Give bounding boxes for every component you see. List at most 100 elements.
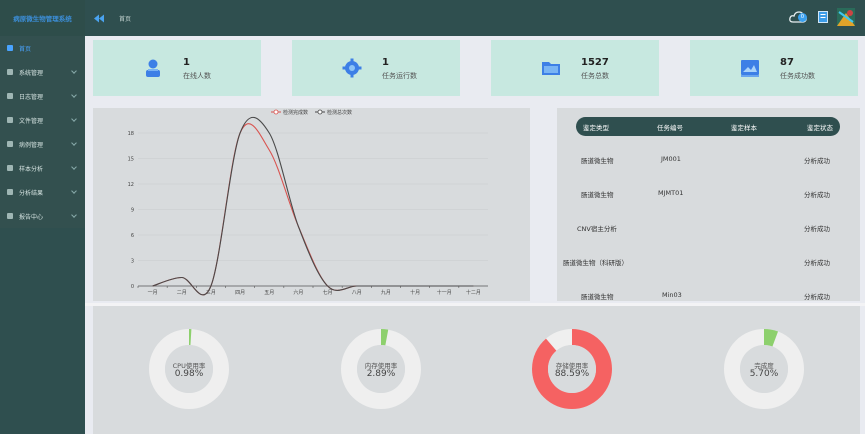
y-tick-label: 6	[131, 233, 134, 239]
x-tick-label: 四月	[235, 290, 245, 296]
y-tick-label: 18	[128, 131, 134, 137]
chevron-down-icon	[71, 92, 77, 98]
chevron-down-icon	[71, 140, 77, 146]
gauge-value: 5.70%	[749, 369, 779, 379]
gauge-completion: 完成度 5.70%	[723, 328, 805, 410]
stat-card-total-tasks: 1527 任务总数	[491, 40, 659, 96]
home-icon	[7, 45, 13, 51]
cell-id: Min03	[662, 291, 682, 299]
table-row[interactable]: 肠道微生物（科研版） 分析成功	[557, 252, 860, 272]
sidebar-item-label: 病例管理	[19, 141, 44, 149]
column-header: 鉴定类型	[583, 124, 609, 132]
gear-icon	[342, 58, 362, 78]
cell-type: 肠道微生物（科研版）	[563, 259, 628, 267]
sidebar-item-label: 分析结果	[19, 189, 44, 197]
x-tick-label: 十月	[410, 289, 420, 296]
case-icon	[7, 141, 13, 147]
legend-marker-dot	[317, 109, 323, 115]
cell-status: 分析成功	[804, 259, 830, 267]
gauge-cpu: CPU使用率 0.98%	[148, 328, 230, 410]
avatar[interactable]	[837, 8, 855, 26]
y-tick-label: 3	[131, 259, 134, 265]
user-icon	[146, 59, 160, 77]
stat-label: 在线人数	[183, 72, 211, 80]
x-tick-label: 十二月	[466, 289, 481, 296]
chevron-down-icon	[71, 116, 77, 122]
folder-icon	[542, 62, 560, 75]
stat-label: 任务运行数	[382, 72, 417, 80]
cell-type: 肠道微生物	[581, 157, 614, 165]
sidebar-menu: 首页 系统管理 日志管理 文件管理 病例管理 样本分析 分析结果 报告中心	[0, 36, 85, 228]
sidebar-item-label: 报告中心	[19, 213, 44, 221]
line-chart-svg: 0369121518一月 二月 三月 四月 五月 六月 七月 八月 九月 十月 十一月 十二月检测完成…	[128, 109, 488, 296]
settings-icon	[7, 69, 13, 75]
x-tick-label: 七月	[323, 289, 333, 296]
legend-label: 检测总次数	[327, 109, 352, 116]
breadcrumb[interactable]: 首页	[119, 14, 131, 23]
sidebar-item-files[interactable]: 文件管理	[0, 108, 85, 132]
stat-card-online-users: 1 在线人数	[93, 40, 261, 96]
stat-value: 1	[183, 57, 190, 68]
legend-marker-dot	[273, 109, 279, 115]
x-tick-label: 二月	[177, 290, 187, 296]
gauge-value: 88.59%	[554, 369, 590, 379]
sidebar-item-results[interactable]: 分析结果	[0, 180, 85, 204]
cell-status: 分析成功	[804, 225, 830, 233]
sidebar-item-cases[interactable]: 病例管理	[0, 132, 85, 156]
gauge-storage: 存储使用率 88.59%	[531, 328, 613, 410]
x-tick-label: 八月	[352, 290, 362, 296]
legend-label: 检测完成数	[283, 109, 308, 116]
result-icon	[7, 189, 13, 195]
detection-line-chart: 0 3 6 9 12 15 18 一月 二月 三月 四月 五月 六月 七月 八月 九月 十月 十一月 十二月 检测完成…	[93, 108, 530, 301]
sidebar-item-label: 样本分析	[19, 165, 44, 173]
sidebar-item-logs[interactable]: 日志管理	[0, 84, 85, 108]
cell-type: CNV宿主分析	[577, 225, 617, 233]
y-tick-label: 15	[128, 157, 134, 163]
table-row[interactable]: CNV宿主分析 分析成功	[557, 218, 860, 238]
x-tick-label: 九月	[381, 289, 391, 296]
log-icon	[7, 93, 13, 99]
sidebar-item-system[interactable]: 系统管理	[0, 60, 85, 84]
stat-value: 1	[382, 57, 389, 68]
y-tick-label: 9	[131, 208, 134, 214]
cell-id: JM001	[661, 155, 681, 163]
file-icon	[7, 117, 13, 123]
gauge-value: 0.98%	[174, 369, 204, 379]
x-tick-label: 六月	[293, 289, 303, 296]
sidebar-item-reports[interactable]: 报告中心	[0, 204, 85, 228]
document-icon[interactable]	[818, 11, 828, 23]
sidebar-item-home[interactable]: 首页	[0, 36, 85, 60]
notification-badge: 0	[798, 13, 807, 22]
stat-label: 任务总数	[581, 72, 609, 80]
cell-type: 肠道微生物	[581, 293, 614, 301]
collapse-menu-icon[interactable]	[93, 14, 105, 23]
stat-label: 任务成功数	[780, 72, 815, 80]
stat-card-running-tasks: 1 任务运行数	[292, 40, 460, 96]
sidebar: 病原微生物管理系统 首页 系统管理 日志管理 文件管理 病例管理 样本分析 分析…	[0, 0, 85, 434]
table-row[interactable]: 肠道微生物 JM001 分析成功	[557, 150, 860, 170]
sidebar-item-sample-analysis[interactable]: 样本分析	[0, 156, 85, 180]
sidebar-item-label: 日志管理	[19, 93, 44, 101]
x-tick-label: 一月	[148, 290, 158, 296]
gauge-panel: CPU使用率 0.98% 内存使用率 2.89% 存储使用率 88.59% 完成…	[93, 306, 860, 434]
stat-card-successful-tasks: 87 任务成功数	[690, 40, 858, 96]
column-header: 鉴定状态	[807, 124, 833, 132]
table-row[interactable]: 肠道微生物 Min03 分析成功	[557, 286, 860, 301]
y-tick-label: 12	[128, 182, 134, 188]
top-bar-actions: 0	[789, 8, 855, 26]
gauge-value: 2.89%	[366, 369, 396, 379]
sidebar-item-label: 首页	[19, 45, 32, 53]
top-bar: 首页 0	[85, 0, 865, 36]
sidebar-item-label: 文件管理	[19, 117, 44, 125]
gauge-memory: 内存使用率 2.89%	[340, 328, 422, 410]
table-header: 鉴定类型 任务编号 鉴定样本 鉴定状态	[576, 117, 840, 136]
cell-id: MJMT01	[658, 189, 684, 197]
series-line	[152, 117, 474, 296]
column-header: 鉴定样本	[731, 124, 757, 132]
chevron-down-icon	[71, 164, 77, 170]
notification-button[interactable]: 0	[789, 10, 809, 24]
table-row[interactable]: 肠道微生物 MJMT01 分析成功	[557, 184, 860, 204]
column-header: 任务编号	[657, 124, 683, 132]
sidebar-item-label: 系统管理	[19, 69, 44, 77]
app-title: 病原微生物管理系统	[0, 0, 85, 36]
